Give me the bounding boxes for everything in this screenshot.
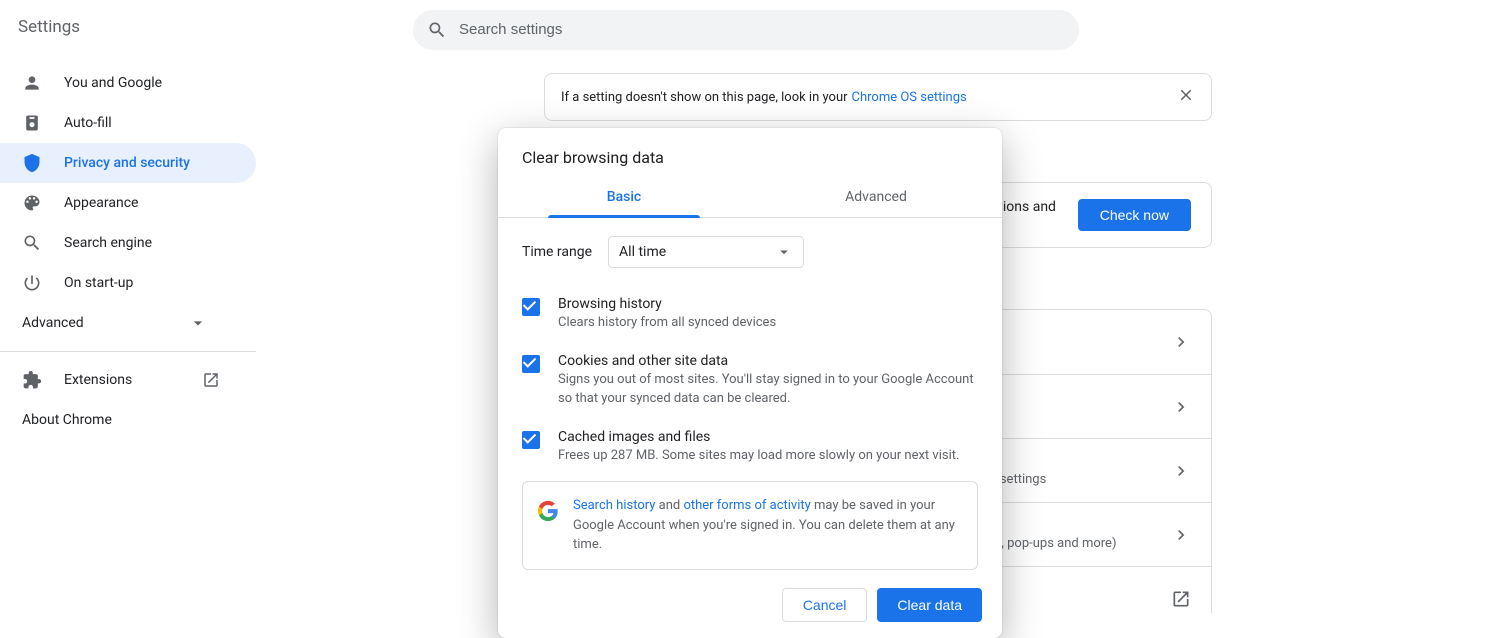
check-now-button[interactable]: Check now [1078, 199, 1191, 231]
chrome-os-settings-link[interactable]: Chrome OS settings [852, 90, 967, 105]
chevron-down-icon [188, 313, 208, 333]
sidebar-item-autofill[interactable]: Auto-fill [0, 103, 256, 143]
search-icon [22, 233, 42, 253]
os-settings-banner: If a setting doesn't show on this page, … [544, 73, 1212, 121]
open-in-new-icon [202, 371, 220, 389]
chevron-right-icon [1171, 461, 1191, 481]
sidebar-item-on-startup[interactable]: On start-up [0, 263, 256, 303]
option-subtitle: Clears history from all synced devices [558, 314, 776, 333]
time-range-value: All time [619, 244, 666, 260]
clear-browsing-data-dialog: Clear browsing data Basic Advanced Time … [498, 128, 1002, 638]
sidebar-item-extensions[interactable]: Extensions [0, 360, 256, 400]
checkbox-cookies-site-data[interactable] [522, 355, 540, 373]
cancel-button[interactable]: Cancel [782, 588, 868, 622]
sidebar-item-label: Extensions [64, 372, 132, 388]
time-range-label: Time range [522, 244, 592, 260]
dialog-tabs: Basic Advanced [498, 177, 1002, 218]
chevron-right-icon [1171, 332, 1191, 352]
time-range-select[interactable]: All time [608, 236, 804, 268]
sidebar-advanced-label: Advanced [22, 315, 84, 331]
sidebar-item-label: Search engine [64, 235, 152, 251]
banner-text: If a setting doesn't show on this page, … [561, 90, 848, 105]
autofill-icon [22, 113, 42, 133]
other-activity-link[interactable]: other forms of activity [683, 498, 810, 513]
clear-data-button[interactable]: Clear data [877, 588, 982, 622]
sidebar-item-label: On start-up [64, 275, 133, 291]
page-title: Settings [18, 17, 413, 37]
chevron-right-icon [1171, 525, 1191, 545]
chevron-right-icon [1171, 397, 1191, 417]
option-cookies-site-data[interactable]: Cookies and other site data Signs you ou… [522, 343, 978, 419]
option-subtitle: Frees up 287 MB. Some sites may load mor… [558, 447, 959, 466]
sidebar-item-label: You and Google [64, 75, 162, 91]
option-cached-images[interactable]: Cached images and files Frees up 287 MB.… [522, 419, 978, 476]
search-history-link[interactable]: Search history [573, 498, 655, 513]
dialog-title: Clear browsing data [498, 128, 1002, 177]
tab-advanced[interactable]: Advanced [750, 177, 1002, 217]
search-icon [427, 20, 447, 40]
checkbox-browsing-history[interactable] [522, 298, 540, 316]
dropdown-arrow-icon [775, 243, 793, 261]
search-input[interactable] [457, 20, 1065, 39]
option-title: Browsing history [558, 296, 776, 312]
shield-icon [22, 153, 42, 173]
sidebar-item-appearance[interactable]: Appearance [0, 183, 256, 223]
extension-icon [22, 370, 42, 390]
sidebar-advanced-toggle[interactable]: Advanced [0, 303, 256, 343]
banner-close-button[interactable] [1177, 86, 1195, 108]
gbox-text-mid1: and [655, 498, 683, 513]
open-in-new-icon [1171, 589, 1191, 609]
sidebar-item-privacy-security[interactable]: Privacy and security [0, 143, 256, 183]
sidebar-item-search-engine[interactable]: Search engine [0, 223, 256, 263]
settings-search[interactable] [413, 10, 1079, 50]
google-activity-note: Search history and other forms of activi… [522, 481, 978, 570]
sidebar-item-label: Auto-fill [64, 115, 112, 131]
checkbox-cached-images[interactable] [522, 431, 540, 449]
person-icon [22, 73, 42, 93]
sidebar-item-label: About Chrome [22, 412, 112, 428]
power-icon [22, 273, 42, 293]
close-icon [1177, 86, 1195, 104]
option-subtitle: Signs you out of most sites. You'll stay… [558, 371, 978, 409]
palette-icon [22, 193, 42, 213]
option-title: Cached images and files [558, 429, 959, 445]
google-logo-icon [537, 500, 559, 522]
option-title: Cookies and other site data [558, 353, 978, 369]
sidebar: You and Google Auto-fill Privacy and sec… [0, 53, 256, 613]
sidebar-item-label: Privacy and security [64, 155, 190, 171]
sidebar-divider [0, 351, 256, 352]
sidebar-item-about-chrome[interactable]: About Chrome [0, 400, 256, 440]
option-browsing-history[interactable]: Browsing history Clears history from all… [522, 286, 978, 343]
tab-basic[interactable]: Basic [498, 177, 750, 217]
sidebar-item-label: Appearance [64, 195, 138, 211]
sidebar-item-you-and-google[interactable]: You and Google [0, 63, 256, 103]
